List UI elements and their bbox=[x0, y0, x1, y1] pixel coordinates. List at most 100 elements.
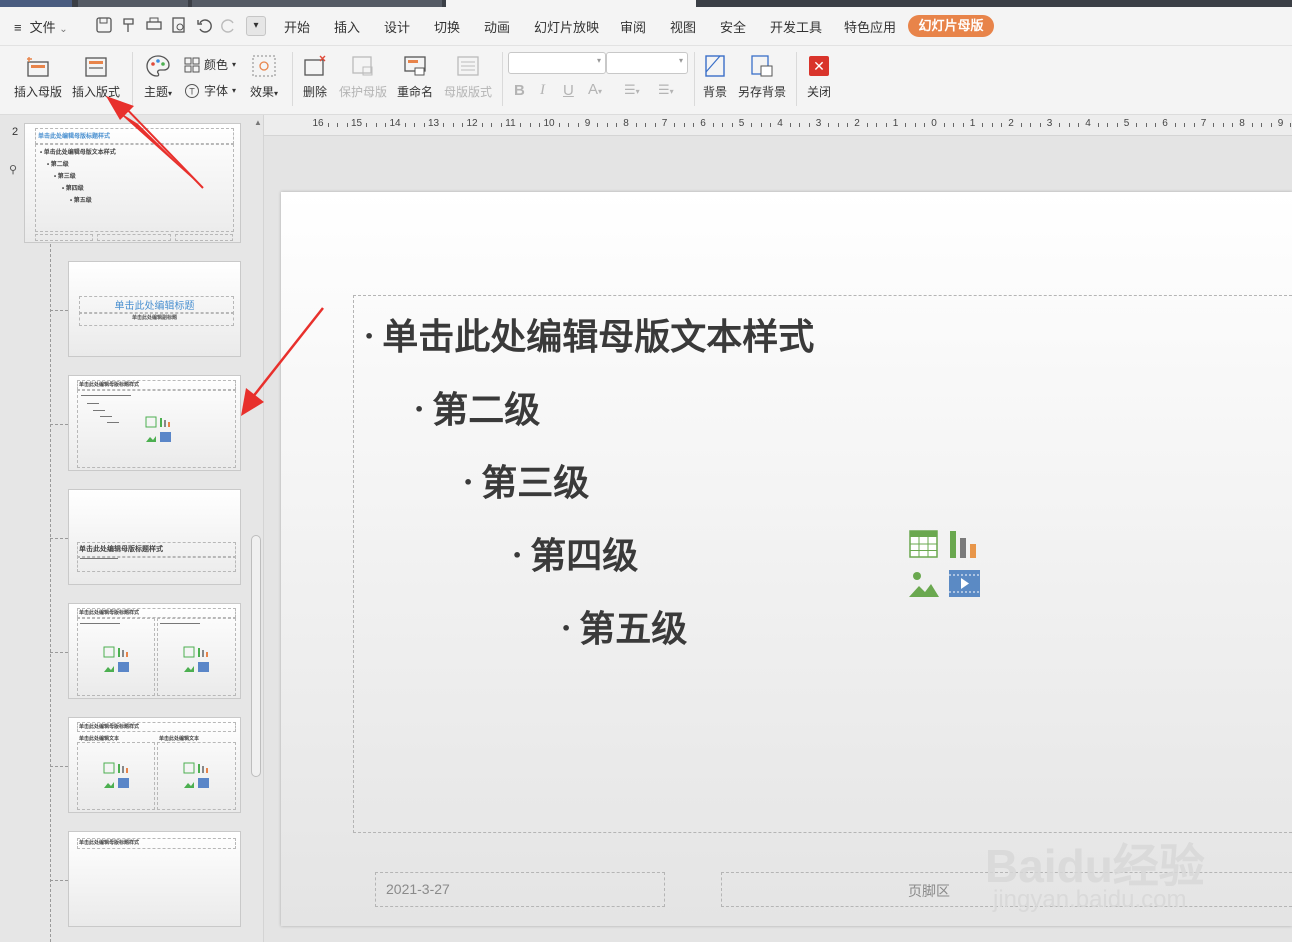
ruler-tick bbox=[558, 123, 560, 127]
ruler-tick bbox=[577, 123, 579, 127]
tab-transition[interactable]: 切换 bbox=[434, 17, 460, 36]
insert-video-icon[interactable] bbox=[949, 570, 980, 597]
thumb-text-line bbox=[93, 410, 105, 411]
underline-icon[interactable]: U bbox=[563, 82, 574, 99]
ruler-label: 9 bbox=[1277, 118, 1284, 129]
ruler-label: 3 bbox=[815, 118, 822, 129]
thumb-title-text: 单击此处编辑母版标题样式 bbox=[79, 382, 140, 388]
ruler-tick bbox=[991, 123, 993, 127]
master-slide-thumbnail[interactable]: 单击此处编辑母版标题样式 • 单击此处编辑母版文本样式 • 第二级 • 第三级 … bbox=[24, 123, 241, 243]
ruler-tick bbox=[712, 123, 714, 127]
save-background-label: 另存背景 bbox=[737, 85, 786, 99]
window-tab[interactable] bbox=[0, 0, 72, 7]
font-size-select[interactable]: ▾ bbox=[606, 52, 688, 74]
window-tab[interactable] bbox=[192, 0, 442, 7]
thumb-level-5: • 第五级 bbox=[70, 198, 92, 204]
master-layout-button[interactable]: 母版版式 bbox=[440, 46, 496, 106]
save-icon[interactable] bbox=[95, 16, 113, 34]
tab-review[interactable]: 审阅 bbox=[620, 17, 646, 36]
thumb-title-text: 单击此处编辑母版标题样式 bbox=[79, 840, 140, 846]
window-tab-active[interactable] bbox=[446, 0, 696, 7]
bullet-icon: • bbox=[364, 326, 375, 346]
tab-developer[interactable]: 开发工具 bbox=[770, 17, 822, 36]
insert-master-button[interactable]: 插入母版 bbox=[10, 46, 66, 106]
thumb-text-line bbox=[81, 395, 131, 396]
color-button[interactable]: 颜色 ▾ bbox=[184, 56, 236, 73]
ruler-tick bbox=[905, 123, 907, 127]
layout-thumbnail-comparison[interactable]: 单击此处编辑母版标题样式 单击此处编辑文本 单击此处编辑文本 bbox=[68, 717, 241, 813]
bullet-list-icon[interactable]: ☰▾ bbox=[624, 82, 640, 98]
insert-layout-icon bbox=[85, 57, 107, 77]
format-painter-icon[interactable] bbox=[120, 16, 138, 34]
tab-security[interactable]: 安全 bbox=[720, 17, 746, 36]
tab-slide-master[interactable]: 幻灯片母版 bbox=[908, 15, 994, 37]
chevron-down-icon: ▾ bbox=[274, 89, 279, 98]
layout-thumbnail-title[interactable]: 单击此处编辑标题 单击此处编辑副标题 bbox=[68, 261, 241, 357]
layout-thumbnail-two-content[interactable]: 单击此处编辑母版标题样式 bbox=[68, 603, 241, 699]
ruler-label: 3 bbox=[1046, 118, 1053, 129]
numbered-list-icon[interactable]: ☰▾ bbox=[658, 82, 674, 98]
tab-slideshow[interactable]: 幻灯片放映 bbox=[534, 17, 599, 36]
font-color-icon[interactable]: A▾ bbox=[588, 81, 602, 98]
effect-button[interactable]: 效果▾ bbox=[244, 46, 284, 106]
ruler-tick bbox=[674, 123, 676, 127]
protect-master-button[interactable]: 保护母版 bbox=[336, 46, 390, 106]
date-placeholder[interactable]: 2021-3-27 bbox=[375, 872, 665, 907]
ribbon-separator bbox=[132, 52, 133, 106]
insert-picture-icon[interactable] bbox=[909, 570, 939, 597]
ruler-tick bbox=[1184, 123, 1186, 127]
layout-thumbnail-section[interactable]: 单击此处编辑母版标题样式 bbox=[68, 489, 241, 585]
ruler-tick bbox=[760, 123, 762, 127]
insert-layout-button[interactable]: 插入版式 bbox=[68, 46, 124, 106]
tab-insert[interactable]: 插入 bbox=[334, 17, 360, 36]
file-menu-label: 文件 bbox=[29, 20, 56, 35]
close-master-button[interactable]: ✕ 关闭 bbox=[802, 46, 836, 106]
save-background-button[interactable]: 另存背景 bbox=[736, 46, 788, 106]
pin-icon[interactable]: ⚲ bbox=[9, 163, 17, 176]
master-layout-label: 母版版式 bbox=[443, 85, 492, 99]
ruler-tick bbox=[847, 123, 849, 127]
italic-icon[interactable]: I bbox=[540, 82, 545, 99]
window-tab[interactable] bbox=[78, 0, 188, 7]
rename-button[interactable]: 重命名 bbox=[392, 46, 438, 106]
color-grid-icon bbox=[184, 57, 200, 72]
ruler-tick bbox=[539, 123, 541, 127]
print-preview-icon[interactable] bbox=[170, 16, 188, 34]
color-label: 颜色 bbox=[204, 58, 229, 72]
layout-thumbnail-content[interactable]: 单击此处编辑母版标题样式 bbox=[68, 375, 241, 471]
panel-scrollbar[interactable] bbox=[251, 535, 261, 777]
theme-button[interactable]: 主题▾ bbox=[138, 46, 178, 106]
master-layout-icon bbox=[457, 56, 479, 76]
ruler-label: 5 bbox=[1123, 118, 1130, 129]
thumb-title-text: 单击此处编辑母版标题样式 bbox=[38, 134, 111, 140]
ruler-label: 2 bbox=[1008, 118, 1014, 129]
file-menu[interactable]: ≡ 文件 ⌄ bbox=[14, 17, 68, 36]
insert-chart-icon[interactable] bbox=[949, 530, 979, 558]
tab-special[interactable]: 特色应用 bbox=[844, 17, 896, 36]
bullet-icon: • bbox=[512, 545, 523, 565]
scroll-up-icon[interactable]: ▲ bbox=[254, 118, 262, 127]
content-icons bbox=[103, 762, 129, 788]
ruler-tick bbox=[1136, 123, 1138, 127]
theme-label: 主题 bbox=[143, 85, 168, 99]
tab-view[interactable]: 视图 bbox=[670, 17, 696, 36]
tab-home[interactable]: 开始 bbox=[284, 17, 310, 36]
body-text-placeholder[interactable] bbox=[353, 295, 1292, 833]
ruler-tick bbox=[789, 123, 791, 127]
font-button[interactable]: T 字体 ▾ bbox=[184, 82, 236, 99]
background-button[interactable]: 背景 bbox=[698, 46, 732, 106]
tab-animation[interactable]: 动画 bbox=[484, 17, 510, 36]
print-icon[interactable] bbox=[145, 16, 163, 34]
layout-thumbnail-title-only[interactable]: 单击此处编辑母版标题样式 bbox=[68, 831, 241, 927]
thumb-title-text: 单击此处编辑母版标题样式 bbox=[79, 610, 140, 616]
insert-table-icon[interactable] bbox=[909, 530, 938, 558]
font-family-select[interactable]: ▾ bbox=[508, 52, 606, 74]
ruler-label: 7 bbox=[1200, 118, 1207, 129]
undo-icon[interactable] bbox=[195, 16, 213, 34]
tab-design[interactable]: 设计 bbox=[384, 17, 410, 36]
ruler-tick bbox=[962, 123, 964, 127]
redo-icon[interactable] bbox=[220, 16, 238, 34]
delete-button[interactable]: 删除 bbox=[296, 46, 334, 106]
customize-toolbar-dropdown[interactable]: ▾ bbox=[246, 16, 266, 36]
bold-icon[interactable]: B bbox=[514, 82, 525, 99]
